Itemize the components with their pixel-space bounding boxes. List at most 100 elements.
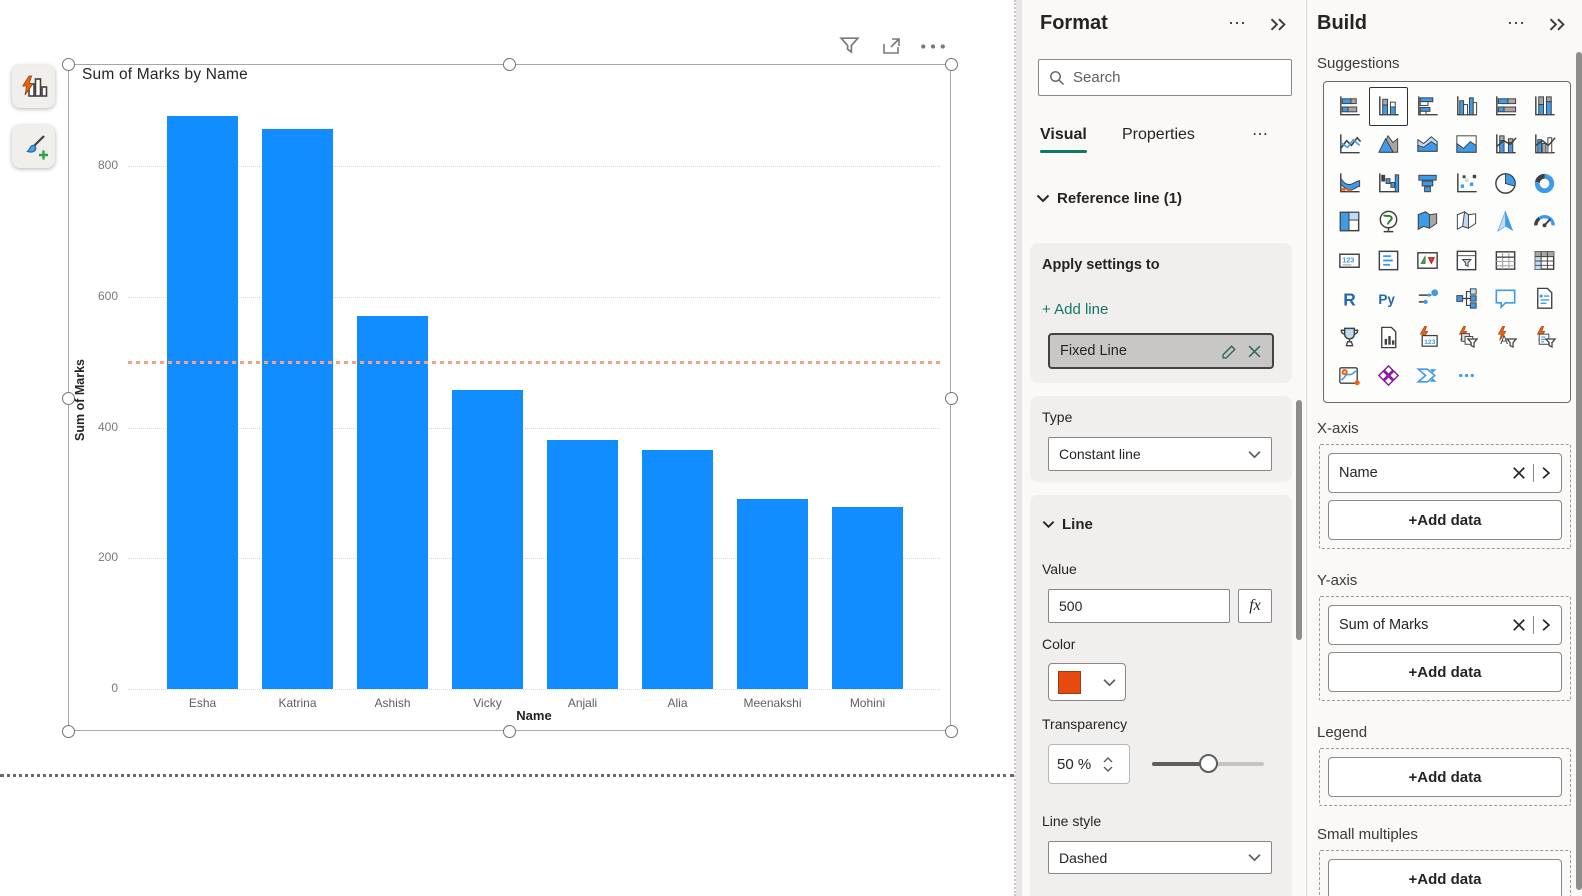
- bar-Vicky[interactable]: [452, 389, 523, 689]
- tab-visual[interactable]: Visual: [1040, 126, 1087, 144]
- map-icon[interactable]: [1369, 203, 1408, 242]
- add-data-button-x-axis[interactable]: +Add data: [1328, 500, 1562, 540]
- resize-handle[interactable]: [944, 724, 958, 738]
- stacked-column-chart-icon[interactable]: [1369, 87, 1408, 126]
- rename-line-pencil-icon[interactable]: [1221, 343, 1238, 360]
- more-visuals-icon[interactable]: [1447, 357, 1486, 396]
- tab-properties[interactable]: Properties: [1122, 126, 1195, 144]
- report-canvas[interactable]: Sum of Marks by Name 0 200 400 600 800 Esha Ka…: [0, 0, 1016, 896]
- clustered-bar-chart-icon[interactable]: [1408, 87, 1447, 126]
- fx-conditional-format-button[interactable]: fx: [1238, 589, 1272, 623]
- shape-map-icon[interactable]: [1447, 203, 1486, 242]
- bar-Alia[interactable]: [642, 449, 713, 689]
- color-dropdown[interactable]: [1048, 663, 1126, 701]
- bar-Ashish[interactable]: [357, 316, 428, 689]
- resize-handle[interactable]: [944, 391, 958, 405]
- pie-chart-icon[interactable]: [1486, 164, 1525, 203]
- focus-mode-icon[interactable]: [880, 35, 902, 57]
- format-visual-button[interactable]: [12, 125, 55, 168]
- field-options-chevron-icon[interactable]: [1541, 618, 1551, 632]
- new-text-slicer-icon[interactable]: A: [1486, 318, 1525, 357]
- filter-icon[interactable]: [838, 34, 861, 57]
- new-card-icon[interactable]: 123: [1408, 318, 1447, 357]
- add-data-button-y-axis[interactable]: +Add data: [1328, 652, 1562, 692]
- format-search-input[interactable]: [1073, 69, 1281, 86]
- filled-map-icon[interactable]: [1408, 203, 1447, 242]
- table-icon[interactable]: [1486, 241, 1525, 280]
- metrics-icon[interactable]: [1330, 318, 1369, 357]
- key-influencers-icon[interactable]: [1408, 280, 1447, 319]
- field-options-chevron-icon[interactable]: [1541, 466, 1551, 480]
- line-style-dropdown[interactable]: Dashed: [1048, 841, 1272, 874]
- resize-handle[interactable]: [502, 724, 516, 738]
- value-input[interactable]: [1048, 589, 1230, 623]
- qa-visual-icon[interactable]: [1486, 280, 1525, 319]
- slicer-icon[interactable]: [1447, 241, 1486, 280]
- 100-stacked-bar-chart-icon[interactable]: [1486, 87, 1525, 126]
- power-automate-icon[interactable]: [1408, 357, 1447, 396]
- gauge-icon[interactable]: [1525, 203, 1564, 242]
- resize-handle[interactable]: [502, 57, 516, 71]
- multi-row-card-icon[interactable]: [1369, 241, 1408, 280]
- transparency-input[interactable]: [1057, 755, 1101, 773]
- add-data-button-legend[interactable]: +Add data: [1328, 757, 1562, 797]
- bar-Katrina[interactable]: [262, 129, 333, 689]
- transparency-spinner[interactable]: [1048, 744, 1130, 784]
- more-options-icon[interactable]: [920, 42, 946, 51]
- resize-handle[interactable]: [61, 57, 75, 71]
- build-pane-scrollbar[interactable]: [1576, 52, 1582, 890]
- decomposition-tree-icon[interactable]: [1447, 280, 1486, 319]
- collapse-pane-icon[interactable]: [1268, 17, 1290, 32]
- chevron-down-icon[interactable]: [1103, 766, 1113, 772]
- power-apps-icon[interactable]: [1369, 357, 1408, 396]
- reference-line-expander[interactable]: Reference line (1): [1036, 190, 1182, 207]
- 100-stacked-column-chart-icon[interactable]: [1525, 87, 1564, 126]
- delete-line-close-icon[interactable]: [1247, 344, 1262, 359]
- kpi-icon[interactable]: [1408, 241, 1447, 280]
- azure-map-icon[interactable]: [1486, 203, 1525, 242]
- line-section-expander[interactable]: Line: [1042, 516, 1093, 533]
- spinner-arrows[interactable]: [1103, 756, 1113, 772]
- field-chip-sum-of-marks[interactable]: Sum of Marks: [1328, 605, 1562, 645]
- fixed-line-chip[interactable]: Fixed Line: [1048, 333, 1274, 369]
- field-chip-name[interactable]: Name: [1328, 453, 1562, 493]
- type-dropdown[interactable]: Constant line: [1048, 437, 1272, 471]
- tabs-more-icon[interactable]: ⋯: [1252, 124, 1268, 144]
- ribbon-chart-icon[interactable]: [1330, 164, 1369, 203]
- clustered-column-chart-icon[interactable]: [1447, 87, 1486, 126]
- paginated-report-icon[interactable]: [1369, 318, 1408, 357]
- resize-handle[interactable]: [61, 724, 75, 738]
- matrix-icon[interactable]: [1525, 241, 1564, 280]
- scatter-chart-icon[interactable]: [1447, 164, 1486, 203]
- chevron-up-icon[interactable]: [1103, 756, 1113, 763]
- new-list-slicer-icon[interactable]: [1525, 318, 1564, 357]
- resize-handle[interactable]: [944, 57, 958, 71]
- line-chart-icon[interactable]: [1330, 126, 1369, 165]
- format-more-options-icon[interactable]: ⋯: [1228, 13, 1246, 34]
- funnel-chart-icon[interactable]: [1408, 164, 1447, 203]
- line-stacked-column-chart-icon[interactable]: [1486, 126, 1525, 165]
- r-script-visual-icon[interactable]: R: [1330, 280, 1369, 319]
- bar-Esha[interactable]: [167, 116, 238, 689]
- build-visual-button[interactable]: [12, 65, 55, 108]
- bar-Meenakshi[interactable]: [737, 499, 808, 689]
- treemap-icon[interactable]: [1330, 203, 1369, 242]
- area-chart-icon[interactable]: [1369, 126, 1408, 165]
- bar-Anjali[interactable]: [547, 439, 618, 689]
- remove-field-icon[interactable]: [1512, 466, 1526, 480]
- format-search-box[interactable]: [1038, 59, 1292, 96]
- line-clustered-column-chart-icon[interactable]: [1525, 126, 1564, 165]
- card-icon[interactable]: 123: [1330, 241, 1369, 280]
- waterfall-chart-icon[interactable]: [1369, 164, 1408, 203]
- new-slicer-icon[interactable]: [1447, 318, 1486, 357]
- collapse-pane-icon[interactable]: [1547, 17, 1569, 32]
- arcgis-map-icon[interactable]: [1330, 357, 1369, 396]
- reference-line[interactable]: [128, 361, 940, 365]
- transparency-slider-thumb[interactable]: [1199, 754, 1218, 773]
- build-more-options-icon[interactable]: ⋯: [1507, 13, 1525, 34]
- stacked-bar-chart-icon[interactable]: [1330, 87, 1369, 126]
- remove-field-icon[interactable]: [1512, 618, 1526, 632]
- donut-chart-icon[interactable]: [1525, 164, 1564, 203]
- 100-stacked-area-chart-icon[interactable]: [1447, 126, 1486, 165]
- stacked-area-chart-icon[interactable]: [1408, 126, 1447, 165]
